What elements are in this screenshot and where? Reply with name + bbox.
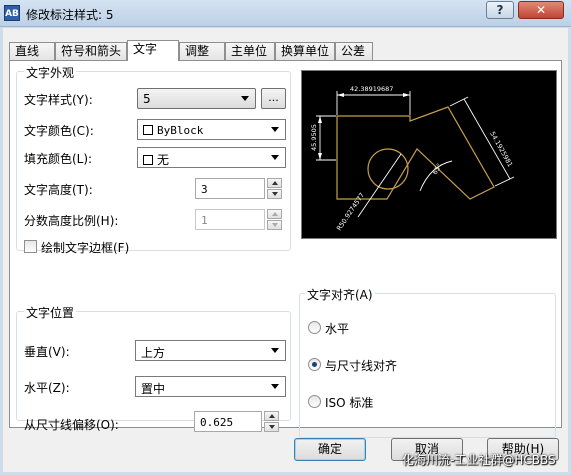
text-color-text: ByBlock bbox=[157, 124, 204, 137]
align-horizontal-label: 水平 bbox=[325, 322, 350, 336]
chevron-down-icon bbox=[238, 89, 252, 108]
window-title: 修改标注样式: 5 bbox=[26, 8, 114, 22]
dimension-preview: 42.38919687 45.9505 54.1925981 R50.92745… bbox=[301, 70, 557, 239]
tab-fit[interactable]: 调整 bbox=[179, 42, 225, 60]
text-height-label: 文字高度(T): bbox=[24, 183, 93, 197]
text-style-select[interactable]: 5 bbox=[137, 88, 256, 109]
horizontal-value: 置中 bbox=[141, 382, 166, 396]
fill-color-text: 无 bbox=[157, 153, 170, 167]
align-horizontal-radio[interactable] bbox=[308, 321, 321, 334]
vertical-label: 垂直(V): bbox=[24, 345, 70, 359]
dialog-body: 直线 符号和箭头 文字 调整 主单位 换算单位 公差 文字外观 文字样式(Y):… bbox=[3, 28, 568, 472]
fill-color-value: 无 bbox=[143, 151, 169, 168]
vertical-value: 上方 bbox=[141, 346, 166, 360]
preview-dim-left: 45.9505 bbox=[310, 124, 318, 151]
fill-color-select[interactable]: 无 bbox=[137, 147, 286, 168]
fraction-scale-input: 1 bbox=[195, 209, 265, 230]
align-with-dimline-radio[interactable] bbox=[308, 358, 321, 371]
tab-primary-units[interactable]: 主单位 bbox=[225, 42, 275, 60]
offset-input[interactable]: 0.625 bbox=[194, 411, 262, 432]
browse-text-style-button[interactable]: ... bbox=[261, 88, 286, 109]
align-with-dimline-label: 与尺寸线对齐 bbox=[325, 359, 398, 373]
text-height-spinner[interactable] bbox=[267, 178, 282, 199]
app-icon: AB bbox=[4, 5, 20, 21]
spin-up-icon[interactable] bbox=[267, 178, 282, 188]
chevron-down-icon bbox=[268, 148, 282, 167]
text-color-value: ByBlock bbox=[143, 124, 203, 137]
offset-label: 从尺寸线偏移(O): bbox=[24, 418, 119, 432]
text-appearance-title: 文字外观 bbox=[24, 64, 77, 81]
help-title-button[interactable]: ? bbox=[486, 1, 514, 19]
fill-color-label: 填充颜色(L): bbox=[24, 152, 93, 166]
text-height-value: 3 bbox=[201, 183, 208, 196]
tab-symbols-arrows[interactable]: 符号和箭头 bbox=[55, 42, 127, 60]
text-style-value: 5 bbox=[143, 92, 151, 106]
fraction-scale-value: 1 bbox=[201, 214, 208, 227]
part-outline bbox=[336, 106, 495, 200]
text-height-input[interactable]: 3 bbox=[195, 178, 265, 199]
tab-text[interactable]: 文字 bbox=[127, 40, 179, 61]
text-appearance-group: 文字外观 文字样式(Y): 5 ... 文字颜色(C): ByBlock 填充颜… bbox=[16, 64, 291, 255]
chevron-down-icon bbox=[268, 120, 282, 139]
draw-frame-label: 绘制文字边框(F) bbox=[41, 241, 130, 255]
offset-value: 0.625 bbox=[200, 416, 234, 429]
ok-button[interactable]: 确定 bbox=[294, 438, 366, 461]
color-swatch-icon bbox=[143, 155, 153, 165]
part-circle bbox=[367, 148, 409, 190]
text-color-label: 文字颜色(C): bbox=[24, 124, 94, 138]
text-alignment-title: 文字对齐(A) bbox=[305, 286, 375, 303]
fraction-scale-spinner bbox=[267, 209, 282, 230]
offset-spinner[interactable] bbox=[264, 411, 279, 432]
text-color-select[interactable]: ByBlock bbox=[137, 119, 286, 140]
chevron-down-icon bbox=[268, 341, 282, 360]
preview-dim-top: 42.38919687 bbox=[350, 85, 393, 93]
spin-up-icon[interactable] bbox=[264, 411, 279, 421]
close-button[interactable]: ✕ bbox=[518, 1, 564, 19]
spin-down-icon bbox=[267, 220, 282, 230]
preview-drawing: 42.38919687 45.9505 54.1925981 R50.92745… bbox=[310, 85, 514, 232]
spin-up-icon bbox=[267, 209, 282, 219]
tab-alternate-units[interactable]: 换算单位 bbox=[275, 42, 335, 60]
text-placement-title: 文字位置 bbox=[24, 304, 77, 321]
horizontal-label: 水平(Z): bbox=[24, 381, 70, 395]
text-style-label: 文字样式(Y): bbox=[24, 93, 93, 107]
vertical-select[interactable]: 上方 bbox=[135, 340, 286, 361]
tab-tolerances[interactable]: 公差 bbox=[335, 42, 373, 60]
watermark-text: 化海川流-工业社群@HCBBS bbox=[402, 453, 556, 467]
fraction-scale-label: 分数高度比例(H): bbox=[24, 214, 119, 228]
align-iso-radio[interactable] bbox=[308, 395, 321, 408]
text-tab-panel: 文字外观 文字样式(Y): 5 ... 文字颜色(C): ByBlock 填充颜… bbox=[9, 60, 562, 438]
horizontal-select[interactable]: 置中 bbox=[135, 376, 286, 397]
text-placement-group: 文字位置 垂直(V): 上方 水平(Z): 置中 从尺寸线偏移(O): bbox=[16, 304, 291, 432]
spin-down-icon[interactable] bbox=[267, 189, 282, 199]
draw-frame-checkbox[interactable] bbox=[24, 240, 37, 253]
spin-down-icon[interactable] bbox=[264, 422, 279, 432]
title-bar: AB 修改标注样式: 5 ? ✕ bbox=[0, 0, 571, 27]
align-iso-label: ISO 标准 bbox=[325, 396, 374, 410]
chevron-down-icon bbox=[268, 377, 282, 396]
color-swatch-icon bbox=[143, 125, 153, 135]
preview-dim-right: 54.1925981 bbox=[488, 130, 514, 168]
tab-lines[interactable]: 直线 bbox=[9, 42, 55, 60]
text-alignment-group: 文字对齐(A) 水平 与尺寸线对齐 ISO 标准 bbox=[299, 286, 556, 438]
